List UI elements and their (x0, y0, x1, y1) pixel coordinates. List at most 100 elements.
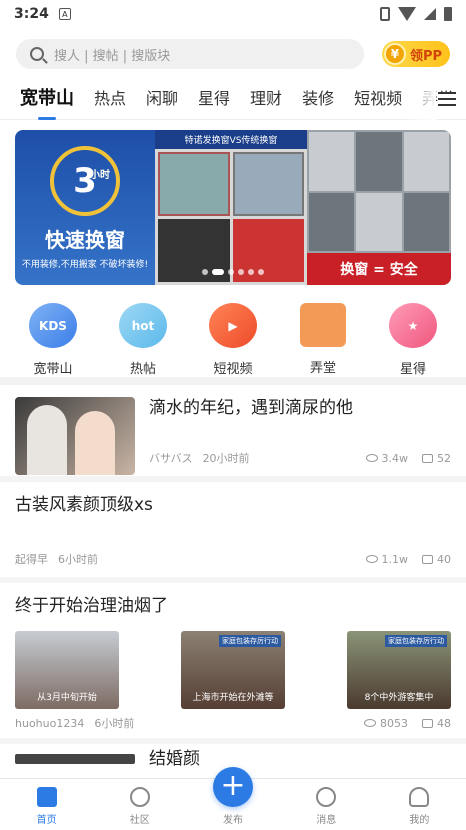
quick-entry-label: 热帖 (129, 362, 156, 377)
nav-home[interactable]: 首页 (0, 779, 93, 830)
search-input[interactable]: 搜人 | 搜帖 | 搜版块 (16, 39, 364, 69)
image-tag: 家庭包装存厉行动 (219, 635, 281, 648)
window-compare-grid (155, 149, 307, 285)
tab-chat[interactable]: 闲聊 (136, 85, 188, 115)
banner-headline: 快速换窗 (45, 227, 125, 252)
battery-icon (444, 7, 452, 21)
post-title[interactable]: 滴水的年纪，遇到滴尿的他 (149, 397, 451, 419)
nav-label: 消息 (316, 815, 337, 826)
message-icon (316, 787, 337, 807)
quick-entry-label: 短视频 (213, 362, 253, 377)
quick-entry-short-video[interactable]: ▶ 短视频 (193, 303, 273, 377)
post-comments: 52 (437, 451, 451, 465)
bottom-nav: 首页 社区 + 发布 消息 我的 (0, 767, 466, 830)
post-author[interactable]: huohuo1234 (15, 717, 84, 730)
window-tiles (307, 130, 451, 253)
hot-icon: hot (119, 303, 167, 348)
status-time: 3:24 (14, 6, 49, 22)
section-divider (0, 377, 466, 385)
post-time: 6小时前 (94, 717, 135, 731)
post-image[interactable]: 从3月中旬开始 (15, 631, 119, 710)
carousel-dot[interactable] (238, 269, 244, 275)
post-views: 1.1w (381, 552, 409, 566)
comment-icon (422, 718, 433, 728)
menu-icon[interactable] (438, 92, 456, 106)
status-bar: 3:24 A (0, 0, 466, 28)
nav-publish[interactable]: + 发布 (186, 767, 279, 830)
carousel-dot[interactable] (248, 269, 254, 275)
post-thumbnail[interactable] (15, 397, 135, 475)
post-time: 6小时前 (58, 553, 98, 566)
post-image[interactable]: 家庭包装存厉行动 上海市开始在外滩等 (181, 631, 285, 710)
nav-community[interactable]: 社区 (93, 779, 186, 830)
hours-unit: 小时 (90, 169, 110, 181)
tabs-fade (402, 80, 436, 120)
image-caption: 从3月中旬开始 (37, 693, 97, 704)
views-icon (364, 719, 376, 728)
community-icon (129, 787, 150, 807)
wifi-icon (398, 7, 416, 21)
post-image[interactable]: 家庭包装存厉行动 8个中外游客集中 (347, 631, 451, 710)
post-body: 滴水的年纪，遇到滴尿的他 バサバス 20小时前 3.4w 52 (149, 397, 451, 466)
post-time: 20小时前 (202, 452, 250, 465)
hours-badge: 3 小时 (50, 145, 120, 216)
banner-panel-middle: 特诺发换窗VS传统换窗 (155, 130, 307, 285)
post-views: 3.4w (381, 451, 409, 465)
quick-entry-lane[interactable]: 弄堂 (283, 303, 363, 377)
home-icon (36, 787, 57, 807)
nav-messages[interactable]: 消息 (280, 779, 373, 830)
vibrate-icon (380, 7, 390, 21)
claim-pp-label: 领PP (409, 48, 442, 64)
quick-entry-label: 星得 (399, 362, 426, 377)
post-thumbnail[interactable] (15, 754, 135, 764)
carousel-dot[interactable] (228, 269, 234, 275)
lane-icon (300, 303, 346, 347)
tab-decoration[interactable]: 装修 (292, 85, 344, 115)
feed-post[interactable]: 滴水的年纪，遇到滴尿的他 バサバス 20小时前 3.4w 52 (0, 385, 466, 482)
tab-hot[interactable]: 热点 (84, 85, 136, 115)
carousel-dots (202, 269, 264, 275)
category-tabs: 宽带山 热点 闲聊 星得 理财 装修 短视频 弄堂 (0, 80, 466, 120)
quick-entry-hot-posts[interactable]: hot 热帖 (103, 303, 183, 377)
kds-icon: KDS (29, 303, 77, 348)
post-meta: バサバス 20小时前 3.4w 52 (149, 450, 451, 466)
nav-label: 发布 (223, 815, 243, 826)
post-views: 8053 (380, 716, 408, 730)
search-placeholder: 搜人 | 搜帖 | 搜版块 (54, 48, 171, 64)
carousel-dot[interactable] (202, 269, 208, 275)
nav-profile[interactable]: 我的 (373, 779, 466, 830)
feed-post[interactable]: 终于开始治理油烟了 从3月中旬开始 家庭包装存厉行动 上海市开始在外滩等 家庭包… (0, 583, 466, 744)
search-row: 搜人 | 搜帖 | 搜版块 ¥ 领PP (0, 28, 466, 80)
post-comments: 48 (437, 716, 451, 730)
tab-xingde[interactable]: 星得 (188, 85, 240, 115)
comment-icon (422, 453, 433, 463)
banner-panel-right: 换窗 = 安全 (307, 130, 451, 285)
nav-label: 社区 (129, 815, 150, 826)
image-tag: 家庭包装存厉行动 (385, 635, 447, 648)
views-icon (365, 555, 378, 563)
star-icon: ★ (389, 303, 437, 348)
tab-finance[interactable]: 理财 (240, 85, 292, 115)
profile-icon (409, 787, 430, 807)
nav-label: 首页 (36, 815, 57, 826)
quick-entry-xingde[interactable]: ★ 星得 (373, 303, 453, 377)
sim-icon: A (58, 8, 71, 20)
feed-post[interactable]: 古装风素颜顶级xs 起得早 6小时前 1.1w 40 (0, 482, 466, 583)
carousel-dot-active[interactable] (212, 269, 224, 275)
carousel-dot[interactable] (258, 269, 264, 275)
claim-pp-button[interactable]: ¥ 领PP (381, 41, 450, 67)
post-title[interactable]: 终于开始治理油烟了 (15, 595, 451, 617)
image-caption: 上海市开始在外滩等 (192, 693, 274, 704)
post-images: 从3月中旬开始 家庭包装存厉行动 上海市开始在外滩等 家庭包装存厉行动 8个中外… (15, 631, 451, 710)
banner-panel-left: 3 小时 快速换窗 不用装修,不用搬家 不破坏装修! (15, 130, 155, 285)
post-title[interactable]: 古装风素颜顶级xs (15, 494, 451, 516)
post-author[interactable]: 起得早 (15, 551, 48, 567)
search-icon (30, 47, 44, 61)
banner-carousel[interactable]: 3 小时 快速换窗 不用装修,不用搬家 不破坏装修! 特诺发换窗VS传统换窗 换… (15, 130, 451, 285)
post-author[interactable]: バサバス (149, 450, 193, 466)
nav-label: 我的 (409, 815, 430, 826)
views-icon (365, 454, 378, 462)
quick-entry-kuandaishan[interactable]: KDS 宽带山 (13, 303, 93, 377)
tab-kuandaishan[interactable]: 宽带山 (10, 84, 84, 116)
post-title[interactable]: 结婚颜 (149, 748, 200, 770)
